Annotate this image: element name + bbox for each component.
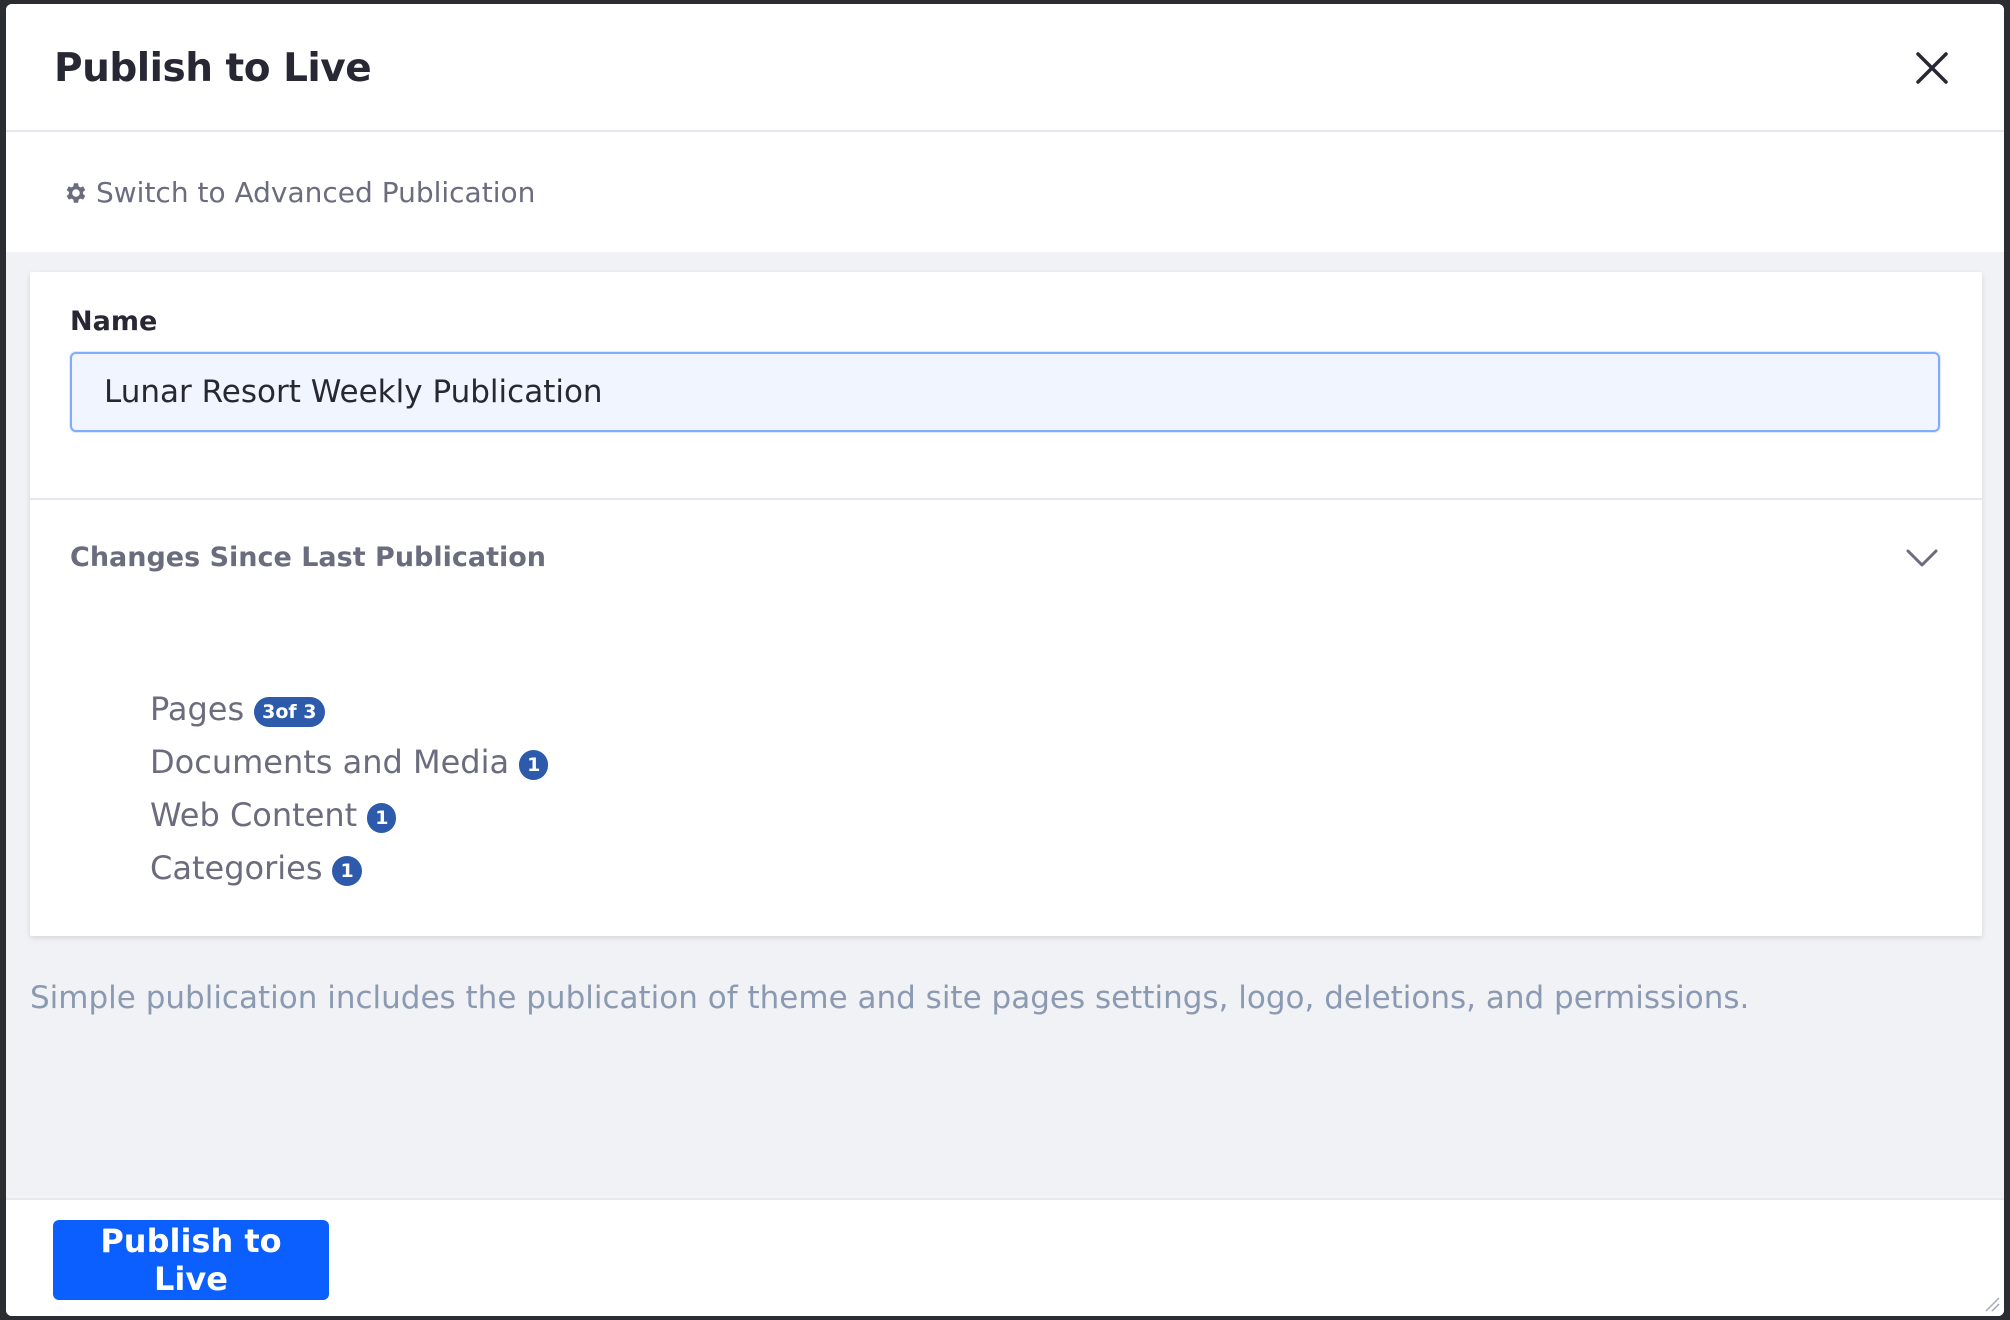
switch-advanced-link[interactable]: Switch to Advanced Publication	[62, 176, 535, 209]
chevron-down-icon	[1906, 549, 1938, 567]
count-badge: 3of 3	[254, 696, 325, 727]
close-button[interactable]	[1904, 40, 1960, 96]
close-icon	[1916, 52, 1948, 84]
switch-advanced-label: Switch to Advanced Publication	[96, 176, 536, 209]
count-badge: 1	[367, 802, 397, 833]
list-item: Documents and Media 1	[150, 735, 549, 788]
list-item: Categories 1	[150, 841, 548, 894]
modal-footer: Publish to Live	[6, 1198, 2004, 1316]
gear-icon	[66, 182, 86, 203]
changes-toggle[interactable]: Changes Since Last Publication	[70, 532, 1942, 592]
change-label: Categories	[150, 848, 323, 887]
name-input[interactable]	[70, 352, 1940, 432]
change-label: Pages	[150, 689, 245, 728]
modal-title: Publish to Live	[54, 46, 372, 91]
resize-handle-icon[interactable]	[1982, 1294, 2000, 1312]
change-label: Web Content	[150, 795, 358, 834]
list-item: Web Content 1	[150, 788, 548, 841]
publication-note: Simple publication includes the publicat…	[30, 980, 1750, 1016]
changes-list: Pages 3of 3 Documents and Media 1 Web Co…	[150, 682, 549, 894]
name-label: Name	[70, 306, 158, 337]
divider	[30, 498, 1982, 500]
changes-title: Changes Since Last Publication	[70, 542, 547, 573]
count-badge: 1	[332, 855, 362, 886]
publish-modal: Publish to Live Switch to Advanced Publi…	[6, 4, 2004, 1316]
count-badge: 1	[519, 749, 549, 780]
publication-card: Name Changes Since Last Publication Page…	[30, 272, 1982, 936]
change-label: Documents and Media	[150, 742, 510, 781]
modal-header: Publish to Live	[6, 4, 2004, 132]
list-item: Pages 3of 3	[150, 682, 548, 735]
modal-toolbar: Switch to Advanced Publication	[6, 132, 2004, 252]
publish-button[interactable]: Publish to Live	[53, 1220, 329, 1300]
modal-body: Name Changes Since Last Publication Page…	[6, 252, 2004, 1198]
